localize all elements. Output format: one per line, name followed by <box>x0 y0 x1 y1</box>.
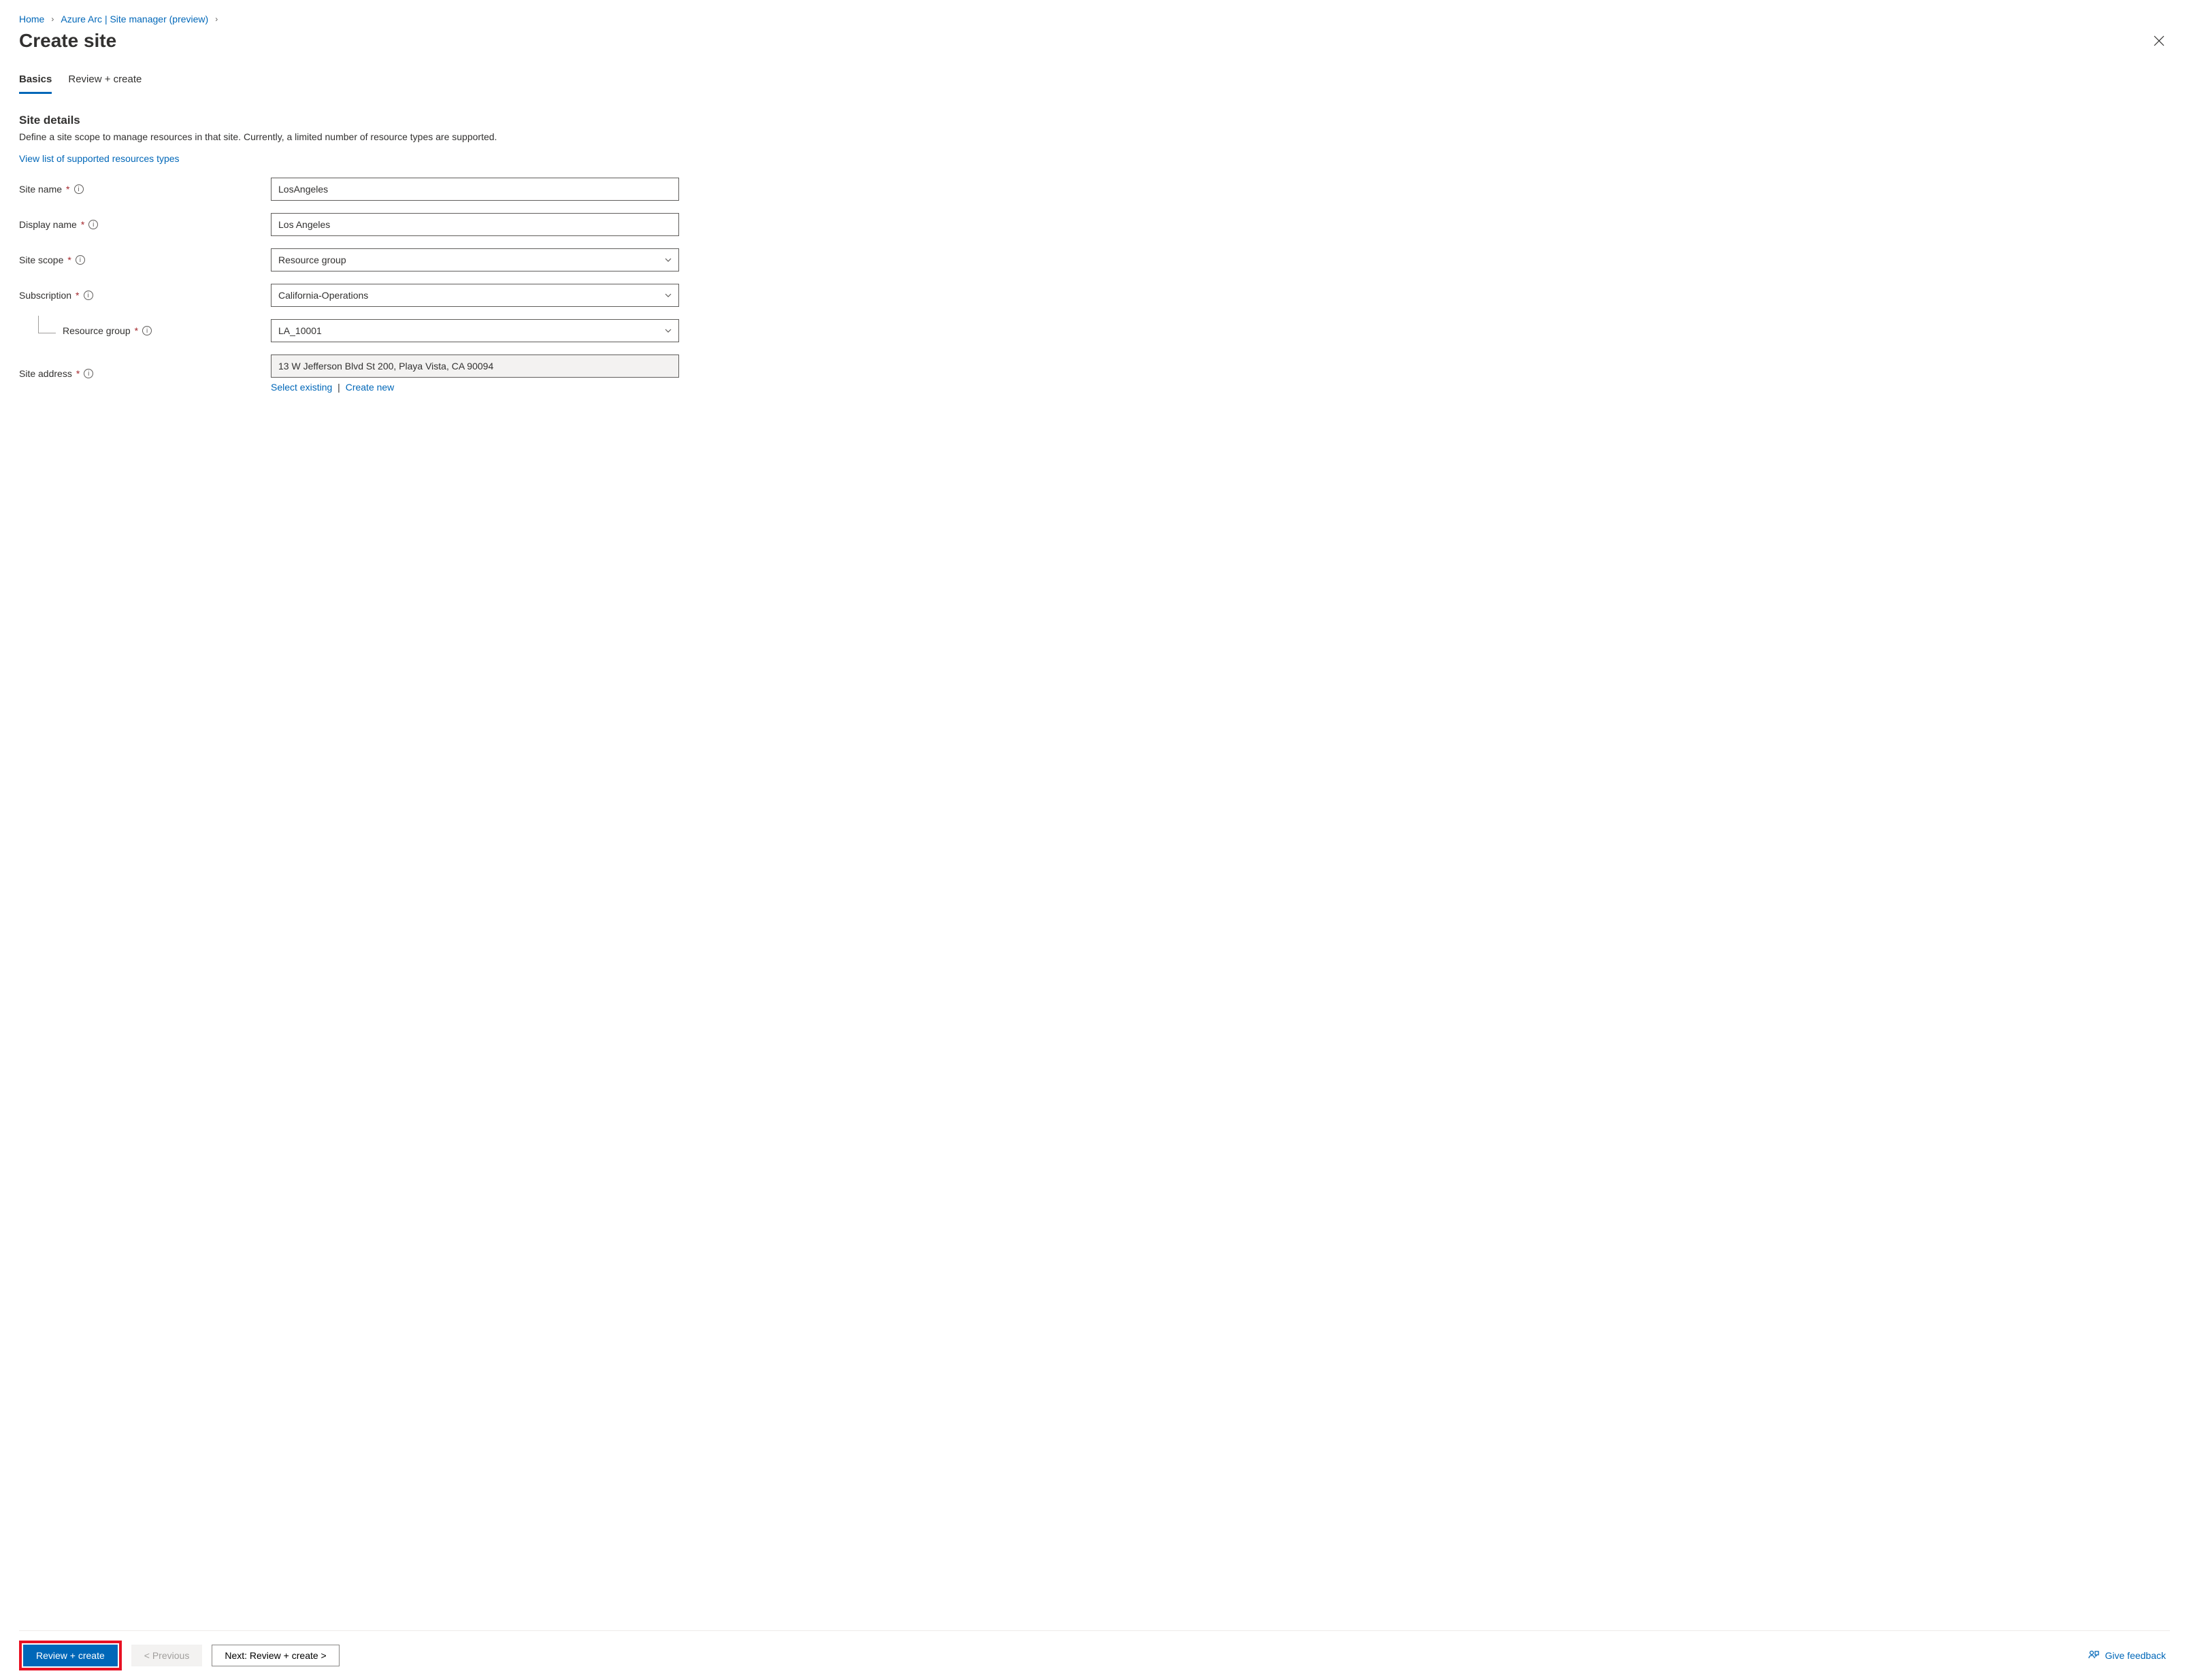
info-icon[interactable]: i <box>74 184 84 194</box>
select-existing-link[interactable]: Select existing <box>271 382 332 393</box>
highlight-box: Review + create <box>19 1641 122 1670</box>
display-name-input[interactable] <box>271 213 679 236</box>
chevron-right-icon: › <box>51 14 54 24</box>
site-address-label: Site address <box>19 368 72 379</box>
section-heading: Site details <box>19 114 2170 127</box>
previous-button: < Previous <box>131 1645 203 1666</box>
info-icon[interactable]: i <box>84 369 93 378</box>
subscription-select[interactable] <box>271 284 679 307</box>
close-button[interactable] <box>2148 33 2170 49</box>
chevron-right-icon: › <box>215 14 218 24</box>
info-icon[interactable]: i <box>88 220 98 229</box>
give-feedback-label: Give feedback <box>2105 1650 2167 1661</box>
required-indicator: * <box>67 254 71 265</box>
info-icon[interactable]: i <box>84 291 93 300</box>
indent-line <box>38 316 56 333</box>
display-name-label: Display name <box>19 219 77 230</box>
review-create-button[interactable]: Review + create <box>23 1645 118 1666</box>
separator: | <box>338 382 340 393</box>
required-indicator: * <box>81 219 84 230</box>
breadcrumb-home[interactable]: Home <box>19 14 44 24</box>
required-indicator: * <box>76 368 80 379</box>
breadcrumb: Home › Azure Arc | Site manager (preview… <box>19 14 2170 24</box>
required-indicator: * <box>66 184 69 195</box>
tabs: Basics Review + create <box>19 69 2170 95</box>
next-button[interactable]: Next: Review + create > <box>212 1645 339 1666</box>
feedback-icon <box>2088 1649 2100 1662</box>
breadcrumb-arc[interactable]: Azure Arc | Site manager (preview) <box>61 14 208 24</box>
resource-group-label: Resource group <box>63 325 131 336</box>
info-icon[interactable]: i <box>76 255 85 265</box>
resource-group-select[interactable] <box>271 319 679 342</box>
supported-resources-link[interactable]: View list of supported resources types <box>19 153 2170 164</box>
site-name-input[interactable] <box>271 178 679 201</box>
info-icon[interactable]: i <box>142 326 152 335</box>
tab-review-create[interactable]: Review + create <box>68 69 142 94</box>
site-scope-select[interactable] <box>271 248 679 271</box>
tab-basics[interactable]: Basics <box>19 69 52 94</box>
give-feedback-button[interactable]: Give feedback <box>2084 1649 2171 1662</box>
create-new-link[interactable]: Create new <box>346 382 395 393</box>
page-title: Create site <box>19 30 116 52</box>
subscription-label: Subscription <box>19 290 71 301</box>
close-icon <box>2154 35 2165 46</box>
site-address-input[interactable] <box>271 355 679 378</box>
section-description: Define a site scope to manage resources … <box>19 131 2170 142</box>
footer-bar: Review + create < Previous Next: Review … <box>19 1630 2170 1680</box>
required-indicator: * <box>76 290 79 301</box>
site-scope-label: Site scope <box>19 254 63 265</box>
required-indicator: * <box>135 325 138 336</box>
site-name-label: Site name <box>19 184 62 195</box>
